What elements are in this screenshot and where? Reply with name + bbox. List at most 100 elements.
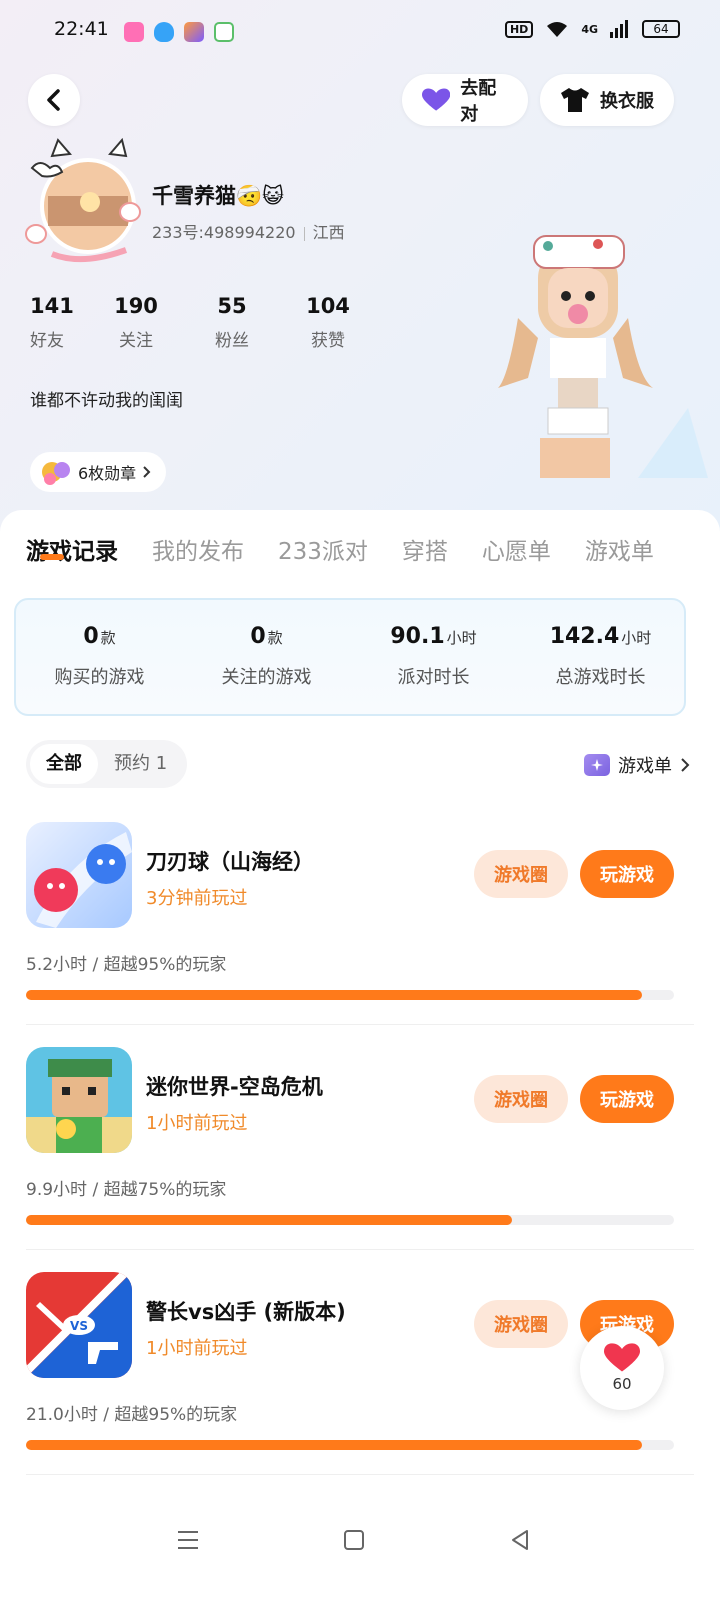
- user-id: 233号:498994220: [152, 223, 296, 242]
- tab-233-party[interactable]: 233派对: [278, 532, 368, 566]
- stat-value: 55: [217, 294, 247, 318]
- qq-icon: [154, 22, 174, 42]
- character-avatar[interactable]: [488, 228, 708, 488]
- summary-value: 90.1: [390, 624, 445, 649]
- summary-unit: 款: [100, 629, 116, 647]
- game-icon-mini-world: [26, 1047, 132, 1153]
- game-last-played: 1小时前玩过: [146, 1338, 248, 1359]
- stat-value: 190: [114, 294, 158, 318]
- summary-value: 0: [250, 624, 266, 649]
- tab-game-lists[interactable]: 游戏单: [585, 532, 654, 566]
- stat-value: 141: [30, 294, 74, 318]
- stat-label: 获赞: [311, 331, 345, 351]
- game-icon-sheriff-vs-murderer: VS: [26, 1272, 132, 1378]
- like-button[interactable]: 60: [580, 1326, 664, 1410]
- stat-friends[interactable]: 141 好友: [30, 294, 88, 351]
- summary-followed[interactable]: 0款 关注的游戏: [183, 600, 350, 714]
- game-circle-button[interactable]: 游戏圈: [474, 850, 568, 898]
- app-notification-icon: [214, 22, 234, 42]
- summary-unit: 小时: [621, 629, 652, 647]
- status-indicators: HD 4G 64: [504, 20, 680, 38]
- filter-reserved[interactable]: 预约 1: [98, 744, 183, 784]
- medals-label: 6枚勋章: [78, 464, 137, 483]
- summary-party-time[interactable]: 90.1 小时 派对时长: [350, 600, 517, 714]
- content-panel: 游戏记录 我的发布 233派对 穿搭 心愿单 游戏单 0款 购买的游戏 0款 关…: [0, 510, 720, 1612]
- stat-fans[interactable]: 55 粉丝: [184, 294, 280, 351]
- filter-all[interactable]: 全部: [30, 744, 98, 784]
- playtime-progress: [26, 1440, 674, 1450]
- game-playtime: 21.0小时 / 超越95%的玩家: [26, 1405, 238, 1425]
- dress-up-button[interactable]: 换衣服: [540, 74, 674, 126]
- heart-icon: [604, 1343, 640, 1372]
- app-notification-icon: [184, 22, 204, 42]
- square-icon: [344, 1530, 364, 1550]
- game-playtime: 9.9小时 / 超越75%的玩家: [26, 1180, 227, 1200]
- profile-stats: 141 好友 190 关注 55 粉丝 104 获赞: [30, 294, 376, 351]
- nickname: 千雪养猫🤕😺: [152, 184, 285, 208]
- tab-game-records[interactable]: 游戏记录: [26, 532, 118, 566]
- summary-value: 0: [83, 624, 99, 649]
- stat-value: 104: [306, 294, 350, 318]
- bio: 谁都不许动我的闺闺: [30, 391, 183, 411]
- stat-likes[interactable]: 104 获赞: [280, 294, 376, 351]
- tab-my-posts[interactable]: 我的发布: [152, 532, 244, 566]
- app-notification-icon: [124, 22, 144, 42]
- divider: [26, 1249, 694, 1250]
- playtime-progress: [26, 1215, 674, 1225]
- hd-icon: HD: [504, 20, 534, 38]
- game-title: 迷你世界-空岛危机: [146, 1075, 323, 1099]
- chevron-right-icon: [143, 466, 151, 478]
- profile-tabs: 游戏记录 我的发布 233派对 穿搭 心愿单 游戏单: [26, 532, 688, 566]
- match-button[interactable]: 去配对: [402, 74, 528, 126]
- chevron-left-icon: [47, 89, 60, 111]
- playtime-progress: [26, 990, 674, 1000]
- heart-icon: [422, 88, 451, 111]
- status-time: 22:41: [54, 18, 109, 40]
- play-game-button[interactable]: 玩游戏: [580, 1075, 674, 1123]
- tab-wishlist[interactable]: 心愿单: [482, 532, 551, 566]
- battery-icon: 64: [642, 20, 680, 38]
- back-nav-button[interactable]: [500, 1520, 540, 1560]
- back-button[interactable]: [28, 74, 80, 126]
- progress-fill: [26, 1215, 512, 1225]
- region: 江西: [312, 223, 345, 242]
- game-list-link[interactable]: 游戏单: [584, 752, 690, 778]
- notification-icons: [124, 22, 234, 42]
- game-circle-button[interactable]: 游戏圈: [474, 1075, 568, 1123]
- medals-button[interactable]: 6枚勋章: [30, 452, 167, 492]
- divider: [26, 1024, 694, 1025]
- summary-total-time[interactable]: 142.4 小时 总游戏时长: [517, 600, 684, 714]
- progress-fill: [26, 1440, 642, 1450]
- chevron-right-icon: [681, 758, 690, 772]
- shirt-icon: [561, 88, 589, 112]
- network-label: 4G: [581, 22, 598, 36]
- summary-unit: 款: [267, 629, 283, 647]
- home-nav-button[interactable]: [334, 1520, 374, 1560]
- tab-outfits[interactable]: 穿搭: [402, 532, 448, 566]
- like-count: 60: [612, 1375, 632, 1393]
- system-nav-bar: [0, 1490, 720, 1612]
- divider: [26, 1474, 694, 1475]
- summary-value: 142.4: [549, 624, 620, 649]
- stat-following[interactable]: 190 关注: [88, 294, 184, 351]
- status-bar: 22:41 HD 4G 64: [0, 0, 720, 62]
- game-last-played: 3分钟前玩过: [146, 888, 248, 909]
- game-row[interactable]: 刀刃球（山海经） 3分钟前玩过 游戏圈 玩游戏 5.2小时 / 超越95%的玩家: [0, 822, 720, 1046]
- menu-nav-button[interactable]: [168, 1520, 208, 1560]
- user-id-line: 233号:498994220 江西: [152, 219, 345, 243]
- game-summary-card: 0款 购买的游戏 0款 关注的游戏 90.1 小时 派对时长 142.4 小时 总游…: [14, 598, 686, 716]
- active-tab-indicator: [40, 554, 64, 560]
- game-row[interactable]: 迷你世界-空岛危机 1小时前玩过 游戏圈 玩游戏 9.9小时 / 超越75%的玩…: [0, 1047, 720, 1271]
- summary-purchased[interactable]: 0款 购买的游戏: [16, 600, 183, 714]
- game-title: 警长vs凶手 (新版本): [146, 1300, 346, 1324]
- summary-unit: 小时: [446, 629, 477, 647]
- stat-label: 好友: [30, 331, 64, 351]
- play-game-button[interactable]: 玩游戏: [580, 850, 674, 898]
- progress-fill: [26, 990, 642, 1000]
- summary-label: 派对时长: [397, 667, 470, 688]
- game-icon-blade-ball: [26, 822, 132, 928]
- game-title: 刀刃球（山海经）: [146, 850, 314, 874]
- avatar[interactable]: [22, 138, 142, 270]
- game-circle-button[interactable]: 游戏圈: [474, 1300, 568, 1348]
- game-list-label: 游戏单: [618, 756, 672, 777]
